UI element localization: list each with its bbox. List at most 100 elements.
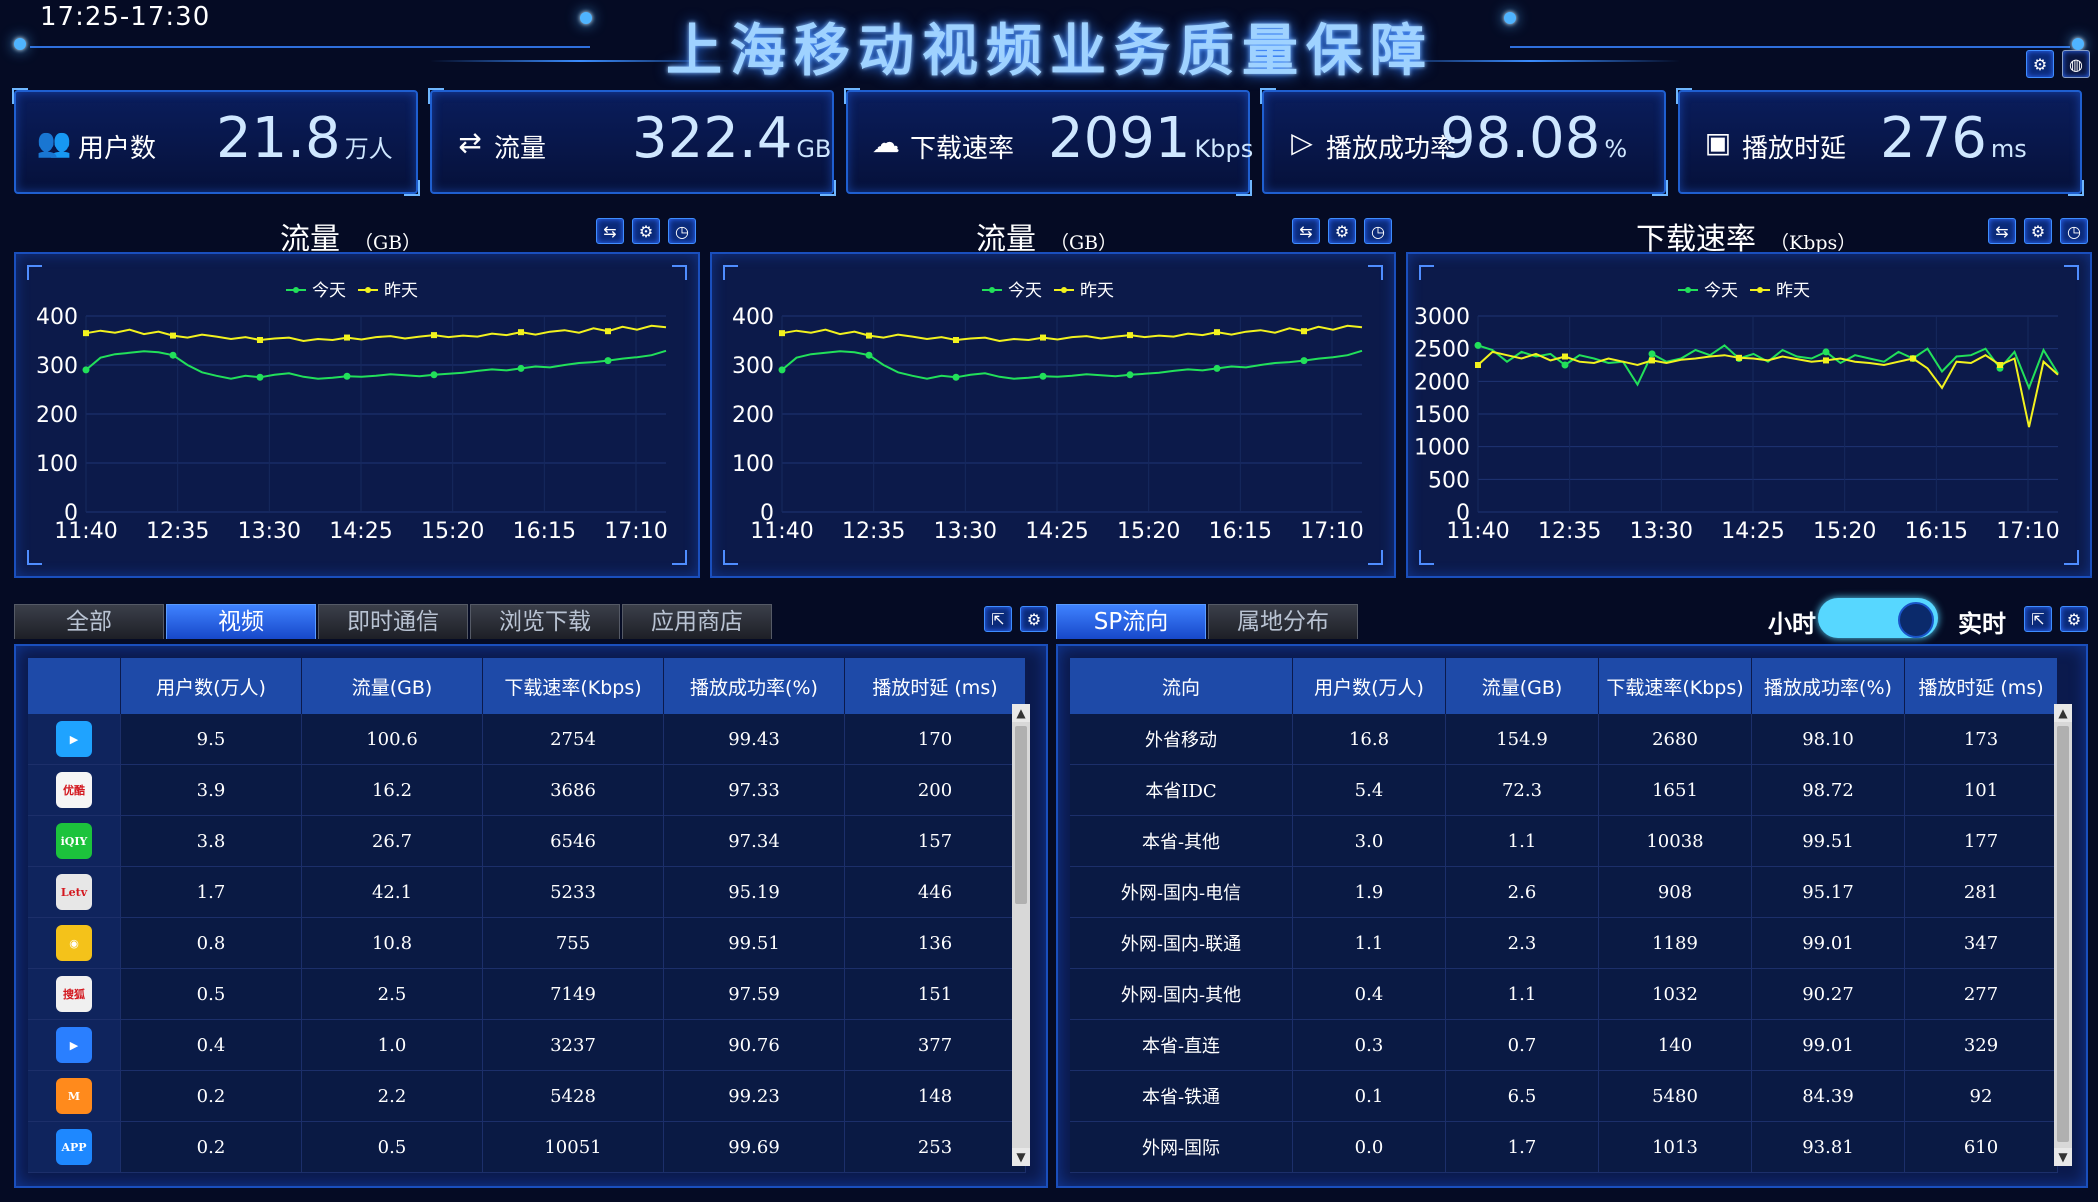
- table-cell: 1.1: [1445, 815, 1599, 867]
- scrollbar[interactable]: ▲ ▼: [2054, 704, 2072, 1166]
- clock-icon[interactable]: ◷: [2060, 218, 2088, 244]
- cloud-download-icon: ☁: [872, 126, 900, 159]
- table-cell: 347: [1904, 917, 2058, 969]
- table-row[interactable]: Letv 1.7 42.1 5233 95.19 446: [28, 866, 1026, 918]
- table-row[interactable]: iQIY 3.8 26.7 6546 97.34 157: [28, 815, 1026, 867]
- clock-icon[interactable]: ◷: [668, 218, 696, 244]
- table-row[interactable]: APP 0.2 0.5 10051 99.69 253: [28, 1121, 1026, 1173]
- kpi-value: 2091 Kbps: [1048, 106, 1253, 171]
- table-row[interactable]: M 0.2 2.2 5428 99.23 148: [28, 1070, 1026, 1122]
- settings-icon[interactable]: ⚙: [2024, 218, 2052, 244]
- column-header[interactable]: 下载速率(Kbps): [482, 658, 664, 714]
- data-point: [257, 337, 263, 344]
- table-row[interactable]: ▶ 0.4 1.0 3237 90.76 377: [28, 1019, 1026, 1071]
- column-header[interactable]: 播放成功率(%): [663, 658, 845, 714]
- table-row[interactable]: 本省-直连 0.3 0.7 140 99.01 329: [1070, 1019, 2058, 1071]
- kpi-unit: Kbps: [1194, 135, 1254, 163]
- settings-icon[interactable]: ⚙: [2060, 606, 2088, 632]
- settings-icon[interactable]: ⚙: [1020, 606, 1048, 632]
- table-row[interactable]: ▶ 9.5 100.6 2754 99.43 170: [28, 714, 1026, 765]
- table-cell: 0.3: [1292, 1019, 1446, 1071]
- kpi-unit: %: [1604, 135, 1628, 163]
- tab-1[interactable]: 视频: [166, 604, 316, 639]
- settings-icon[interactable]: ⚙: [1328, 218, 1356, 244]
- legend-label: 今天: [312, 281, 346, 301]
- data-point: [1040, 334, 1046, 341]
- x-tick-label: 14:25: [1721, 519, 1784, 544]
- table-row[interactable]: 外网-国际 0.0 1.7 1013 93.81 610: [1070, 1121, 2058, 1173]
- flow-direction-cell: 本省-直连: [1070, 1019, 1293, 1071]
- export-icon[interactable]: ⇱: [2024, 606, 2052, 632]
- table-row[interactable]: 外网-国内-电信 1.9 2.6 908 95.17 281: [1070, 866, 2058, 918]
- header-node: [1504, 12, 1516, 24]
- app-logo-icon: ▶: [56, 1027, 92, 1063]
- scroll-down-icon[interactable]: ▼: [1012, 1148, 1030, 1166]
- tab-0[interactable]: 全部: [14, 604, 164, 639]
- data-point: [605, 328, 611, 335]
- table-row[interactable]: 本省-其他 3.0 1.1 10038 99.51 177: [1070, 815, 2058, 867]
- column-header[interactable]: 用户数(万人): [120, 658, 302, 714]
- scroll-thumb[interactable]: [1015, 726, 1027, 904]
- data-point: [256, 373, 264, 381]
- scrollbar[interactable]: ▲ ▼: [1012, 704, 1030, 1166]
- column-header[interactable]: 播放成功率(%): [1751, 658, 1905, 714]
- scroll-down-icon[interactable]: ▼: [2054, 1148, 2072, 1166]
- left-table-tools: ⇱ ⚙: [984, 606, 1048, 632]
- table-row[interactable]: 本省-铁通 0.1 6.5 5480 84.39 92: [1070, 1070, 2058, 1122]
- column-header[interactable]: 播放时延 (ms): [1904, 658, 2058, 714]
- table-cell: 9.5: [120, 714, 302, 765]
- table-row[interactable]: 外网-国内-其他 0.4 1.1 1032 90.27 277: [1070, 968, 2058, 1020]
- chart-toolbar: ⇆ ⚙ ◷: [1988, 218, 2088, 244]
- export-icon[interactable]: ⇱: [984, 606, 1012, 632]
- data-point: [953, 337, 959, 344]
- scroll-thumb[interactable]: [2057, 726, 2069, 1142]
- settings-icon[interactable]: ⚙: [2026, 50, 2054, 78]
- table-cell: 1.1: [1445, 968, 1599, 1020]
- scroll-up-icon[interactable]: ▲: [2054, 704, 2072, 722]
- column-header[interactable]: 流量(GB): [1445, 658, 1599, 714]
- refresh-icon[interactable]: ⇆: [596, 218, 624, 244]
- table-cell: 92: [1904, 1070, 2058, 1122]
- column-header[interactable]: 流量(GB): [301, 658, 483, 714]
- data-point: [1214, 329, 1220, 336]
- table-row[interactable]: 优酷 3.9 16.2 3686 97.33 200: [28, 764, 1026, 816]
- tab-right-1[interactable]: 属地分布: [1208, 604, 1358, 639]
- chart-unit: （GB）: [354, 232, 422, 254]
- column-header[interactable]: 流向: [1070, 658, 1293, 714]
- table-cell: 0.2: [120, 1121, 302, 1173]
- table-row[interactable]: 搜狐 0.5 2.5 7149 97.59 151: [28, 968, 1026, 1020]
- corner-bracket: [723, 550, 738, 565]
- column-header[interactable]: 下载速率(Kbps): [1598, 658, 1752, 714]
- toggle-knob[interactable]: [1898, 602, 1934, 638]
- chart-panel: 0 100 200 300 400 11:40 12:35 13:30 14:25 15:20 16…: [14, 252, 700, 578]
- flow-direction-cell: 外省移动: [1070, 714, 1293, 765]
- kpi-card: ⇄ 流量 322.4 GB: [428, 88, 836, 196]
- top-toolbar: ⚙ ◍: [2026, 50, 2090, 78]
- hour-realtime-toggle[interactable]: [1818, 598, 1938, 638]
- table-row[interactable]: 本省IDC 5.4 72.3 1651 98.72 101: [1070, 764, 2058, 816]
- header-node: [14, 38, 26, 50]
- x-tick-label: 13:30: [238, 519, 301, 544]
- settings-icon[interactable]: ⚙: [632, 218, 660, 244]
- globe-icon[interactable]: ◍: [2062, 50, 2090, 78]
- column-header[interactable]: 用户数(万人): [1292, 658, 1446, 714]
- refresh-icon[interactable]: ⇆: [1292, 218, 1320, 244]
- table-row[interactable]: ◉ 0.8 10.8 755 99.51 136: [28, 917, 1026, 969]
- data-point: [865, 351, 873, 359]
- table-row[interactable]: 外省移动 16.8 154.9 2680 98.10 173: [1070, 714, 2058, 765]
- tab-3[interactable]: 浏览下载: [470, 604, 620, 639]
- column-header[interactable]: [28, 658, 121, 714]
- refresh-icon[interactable]: ⇆: [1988, 218, 2016, 244]
- flow-direction-cell: 本省-铁通: [1070, 1070, 1293, 1122]
- table-row[interactable]: 外网-国内-联通 1.1 2.3 1189 99.01 347: [1070, 917, 2058, 969]
- column-header[interactable]: 播放时延 (ms): [844, 658, 1026, 714]
- tab-2[interactable]: 即时通信: [318, 604, 468, 639]
- header-line-right: [1510, 46, 2070, 48]
- table-cell: 2754: [482, 714, 664, 765]
- tab-right-0[interactable]: SP流向: [1056, 604, 1206, 639]
- tab-4[interactable]: 应用商店: [622, 604, 772, 639]
- play-success-icon: ▷: [1291, 126, 1313, 159]
- y-tick-label: 2000: [1414, 370, 1470, 395]
- clock-icon[interactable]: ◷: [1364, 218, 1392, 244]
- scroll-up-icon[interactable]: ▲: [1012, 704, 1030, 722]
